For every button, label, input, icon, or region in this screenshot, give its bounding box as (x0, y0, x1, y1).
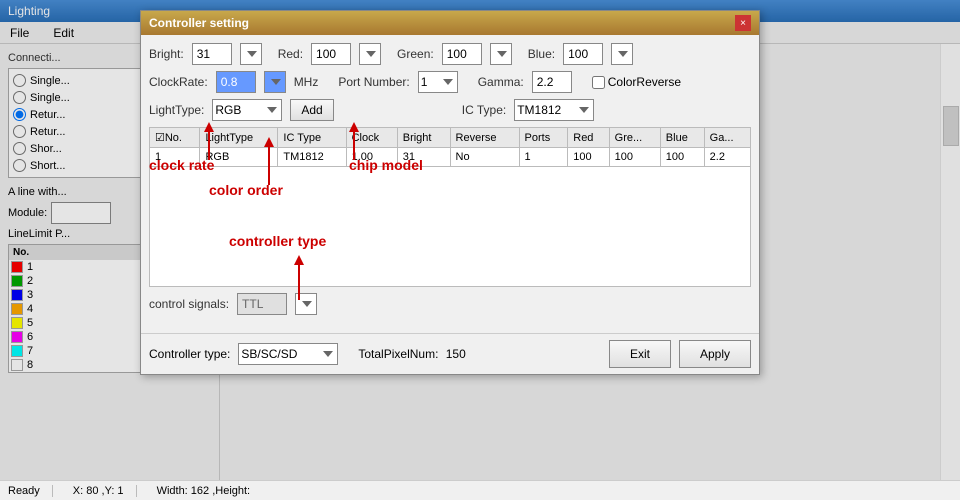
controller-setting-dialog: Controller setting × Bright: ▼ Red: ▼ Gr… (140, 10, 760, 375)
add-button[interactable]: Add (290, 99, 333, 121)
col-green: Gre... (609, 128, 660, 148)
red-label: Red: (278, 47, 303, 61)
dialog-footer: Controller type: SB/SC/SD TotalPixelNum:… (141, 333, 759, 374)
col-lighttype: LightType (200, 128, 278, 148)
apply-button[interactable]: Apply (679, 340, 751, 368)
cell-no: 1 (150, 148, 200, 167)
clockrate-select[interactable]: ▼ (264, 71, 286, 93)
clockrate-label: ClockRate: (149, 75, 208, 89)
red-select[interactable]: ▼ (359, 43, 381, 65)
col-clock: Clock (346, 128, 397, 148)
col-ictype: IC Type (278, 128, 346, 148)
cell-green: 100 (609, 148, 660, 167)
dialog-title: Controller setting (149, 16, 249, 30)
red-input[interactable] (311, 43, 351, 65)
cell-ports: 1 (519, 148, 568, 167)
clockrate-input[interactable] (216, 71, 256, 93)
bright-select[interactable]: ▼ (240, 43, 262, 65)
clockrate-unit: MHz (294, 75, 319, 89)
controller-type-select[interactable]: SB/SC/SD (238, 343, 338, 365)
cell-gamma: 2.2 (704, 148, 750, 167)
gamma-input[interactable] (532, 71, 572, 93)
lighttype-select[interactable]: RGB (212, 99, 282, 121)
col-blue: Blue (660, 128, 704, 148)
control-signals-row: control signals: ▼ controller type (149, 293, 751, 315)
cell-blue: 100 (660, 148, 704, 167)
port-number-label: Port Number: (338, 75, 409, 89)
bright-input[interactable] (192, 43, 232, 65)
dialog-close-button[interactable]: × (735, 15, 751, 31)
empty-table-area (149, 167, 751, 287)
status-coords: X: 80 ,Y: 1 (73, 485, 137, 497)
data-table: ☑No. LightType IC Type Clock Bright Reve… (149, 127, 751, 167)
controller-type-label: Controller type: (149, 347, 230, 361)
cell-bright: 31 (397, 148, 450, 167)
dialog-body: Bright: ▼ Red: ▼ Green: ▼ Blue: ▼ ClockR… (141, 35, 759, 329)
cell-clock: 1.00 (346, 148, 397, 167)
gamma-label: Gamma: (478, 75, 524, 89)
blue-label: Blue: (528, 47, 555, 61)
scrollbar-thumb[interactable] (943, 106, 959, 146)
col-no: ☑No. (150, 128, 200, 148)
col-ports: Ports (519, 128, 568, 148)
port-number-select[interactable]: 1 (418, 71, 458, 93)
lighttype-label: LightType: (149, 103, 204, 117)
cell-lighttype: RGB (200, 148, 278, 167)
clock-settings-row: ClockRate: ▼ MHz Port Number: 1 Gamma: C… (149, 71, 751, 93)
dialog-overlay: Controller setting × Bright: ▼ Red: ▼ Gr… (0, 0, 960, 500)
col-red: Red (568, 128, 609, 148)
color-settings-row: Bright: ▼ Red: ▼ Green: ▼ Blue: ▼ (149, 43, 751, 65)
data-table-container: ☑No. LightType IC Type Clock Bright Reve… (149, 127, 751, 167)
blue-select[interactable]: ▼ (611, 43, 633, 65)
control-signals-select[interactable]: ▼ (295, 293, 317, 315)
green-label: Green: (397, 47, 434, 61)
right-scrollbar[interactable] (940, 44, 960, 480)
cell-ictype: TM1812 (278, 148, 346, 167)
blue-input[interactable] (563, 43, 603, 65)
exit-button[interactable]: Exit (609, 340, 671, 368)
green-select[interactable]: ▼ (490, 43, 512, 65)
cell-reverse: No (450, 148, 519, 167)
lighttype-row: LightType: RGB Add IC Type: TM1812 (149, 99, 751, 121)
color-reverse-label[interactable]: ColorReverse (592, 75, 681, 89)
col-gamma: Ga... (704, 128, 750, 148)
total-pixel-label: TotalPixelNum: 150 (358, 347, 465, 361)
control-signals-label: control signals: (149, 297, 229, 311)
color-reverse-checkbox[interactable] (592, 76, 605, 89)
status-bar: Ready X: 80 ,Y: 1 Width: 162 ,Height: (0, 480, 960, 500)
status-ready: Ready (8, 485, 53, 497)
col-bright: Bright (397, 128, 450, 148)
table-row: 1 RGB TM1812 1.00 31 No 1 100 100 100 2.… (150, 148, 751, 167)
dialog-titlebar: Controller setting × (141, 11, 759, 35)
bright-label: Bright: (149, 47, 184, 61)
cell-red: 100 (568, 148, 609, 167)
ictype-label: IC Type: (462, 103, 506, 117)
green-input[interactable] (442, 43, 482, 65)
status-dimensions: Width: 162 ,Height: (157, 485, 251, 497)
col-reverse: Reverse (450, 128, 519, 148)
control-signals-input[interactable] (237, 293, 287, 315)
ictype-select[interactable]: TM1812 (514, 99, 594, 121)
